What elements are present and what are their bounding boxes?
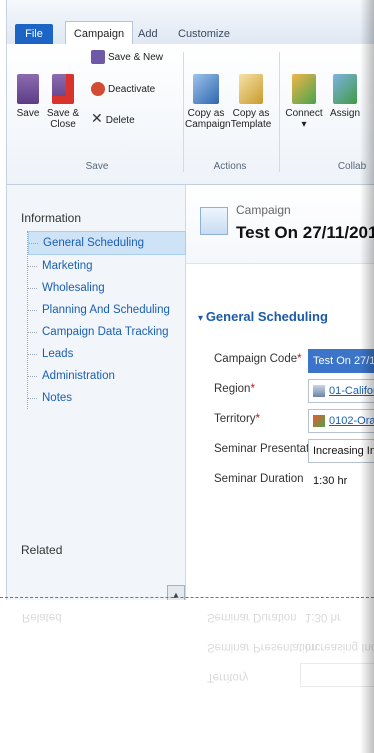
tab-campaign[interactable]: Campaign <box>65 21 133 46</box>
entity-type-label: Campaign <box>236 203 291 217</box>
field-label: Territory* <box>214 413 261 425</box>
copy-as-campaign-button[interactable]: Copy as Campaign <box>185 74 231 130</box>
tab-file[interactable]: File <box>15 24 53 44</box>
assign-button[interactable]: Assign <box>325 74 365 119</box>
page-curl-shadow <box>360 0 374 753</box>
save-close-button[interactable]: Save & Close <box>45 74 81 130</box>
save-group-label: Save <box>85 161 109 172</box>
reflection-text: Territory <box>207 671 249 683</box>
save-new-icon <box>91 50 105 65</box>
nav-item-notes[interactable]: Notes <box>28 387 186 409</box>
reflection-text: 1:30 hr <box>305 611 341 623</box>
deactivate-button[interactable]: Deactivate <box>91 82 155 98</box>
nav-tree: General Scheduling Marketing Wholesaling… <box>27 231 186 409</box>
form-header: Campaign Test On 27/11/2012 <box>186 185 374 264</box>
crm-window: File Campaign Add Customize Save Save & … <box>6 0 374 600</box>
delete-button[interactable]: ✕ Delete <box>91 110 135 126</box>
save-close-icon <box>52 74 74 104</box>
left-navigation: Information General Scheduling Marketing… <box>7 185 186 600</box>
copy-template-label: Copy as Template <box>230 108 272 130</box>
ribbon-separator <box>279 52 280 172</box>
field-label: Seminar Duration <box>214 473 304 485</box>
chevron-down-icon: ▾ <box>198 313 206 324</box>
reflection: Related Seminar Duration 1:30 hr Seminar… <box>0 600 374 753</box>
page-title: Test On 27/11/2012 <box>236 223 374 242</box>
form-main: Campaign Test On 27/11/2012 ▾ General Sc… <box>186 185 374 600</box>
deactivate-icon <box>91 82 105 97</box>
section-general-scheduling[interactable]: ▾ General Scheduling <box>198 309 328 324</box>
tab-add[interactable]: Add <box>132 24 164 44</box>
related-heading: Related <box>21 543 63 557</box>
assign-label: Assign <box>329 108 360 119</box>
chevron-down-icon: ▾ <box>301 119 307 130</box>
template-icon <box>239 74 263 104</box>
delete-icon: ✕ <box>91 110 103 126</box>
nav-item-campaign-data-tracking[interactable]: Campaign Data Tracking <box>28 321 186 343</box>
campaign-icon <box>200 207 228 235</box>
field-seminar-presentation: Seminar Presentation Increasing Income <box>186 439 374 463</box>
connect-button[interactable]: Connect ▾ <box>283 74 325 130</box>
territory-icon <box>313 415 325 428</box>
reflection-text: Seminar Duration <box>207 611 297 623</box>
save-label: Save <box>16 108 40 119</box>
field-seminar-duration: Seminar Duration 1:30 hr <box>186 469 374 493</box>
reflection-text: Seminar Presentation <box>207 641 318 653</box>
copy-campaign-label: Copy as Campaign <box>185 108 231 130</box>
deactivate-label: Deactivate <box>108 84 156 95</box>
nav-item-leads[interactable]: Leads <box>28 343 186 365</box>
delete-label: Delete <box>105 115 135 126</box>
field-label: Campaign Code* <box>214 353 302 365</box>
actions-group-label: Actions <box>213 161 247 172</box>
assign-icon <box>333 74 357 104</box>
ribbon-separator <box>183 52 184 172</box>
save-button[interactable]: Save <box>13 74 43 119</box>
ribbon: Save Save & Close Save & New Deactivate … <box>7 44 374 185</box>
save-new-button[interactable]: Save & New <box>91 50 163 66</box>
nav-item-marketing[interactable]: Marketing <box>28 255 186 277</box>
reflection-text: Related <box>22 611 62 623</box>
save-icon <box>17 74 39 104</box>
field-territory: Territory* 0102-Orange <box>186 409 374 433</box>
reflection-inner: Related Seminar Duration 1:30 hr Seminar… <box>0 600 374 753</box>
information-heading: Information <box>21 211 82 225</box>
section-title-text: General Scheduling <box>205 309 328 324</box>
field-label: Region* <box>214 383 255 395</box>
field-region: Region* 01-California <box>186 379 374 403</box>
region-icon <box>313 385 325 398</box>
tab-customize[interactable]: Customize <box>172 24 236 44</box>
connect-label: Connect <box>285 108 323 119</box>
field-campaign-code: Campaign Code* Test On 27/11/2012 <box>186 349 374 373</box>
copy-as-template-button[interactable]: Copy as Template <box>229 74 273 130</box>
nav-item-administration[interactable]: Administration <box>28 365 186 387</box>
save-close-label: Save & Close <box>46 108 80 130</box>
nav-item-general-scheduling[interactable]: General Scheduling <box>28 231 186 255</box>
divider <box>0 597 374 598</box>
ribbon-tab-bar: File Campaign Add Customize <box>7 0 374 46</box>
nav-item-planning-and-scheduling[interactable]: Planning And Scheduling <box>28 299 186 321</box>
megaphone-icon <box>193 74 219 104</box>
save-new-label: Save & New <box>108 52 164 63</box>
nav-item-wholesaling[interactable]: Wholesaling <box>28 277 186 299</box>
connect-icon <box>292 74 316 104</box>
